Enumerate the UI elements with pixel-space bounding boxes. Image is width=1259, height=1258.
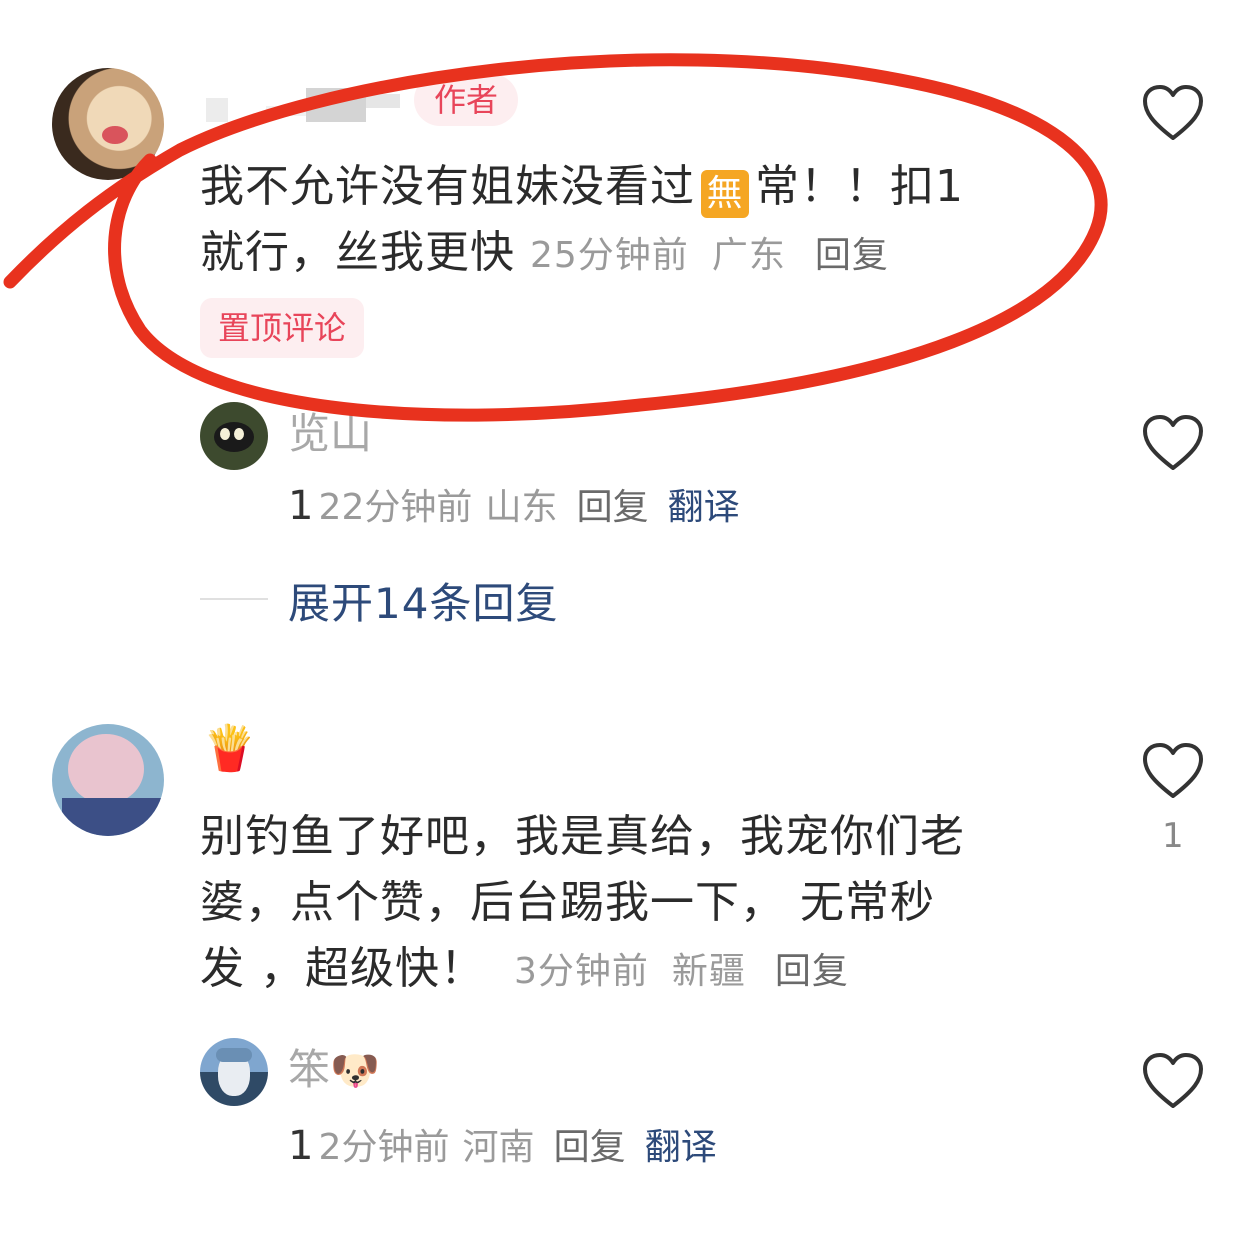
comment-location: 新疆	[671, 951, 746, 992]
reply-username-text: 笨	[288, 1045, 331, 1094]
reply-count: 1	[288, 1123, 314, 1169]
comment-text: 别钓鱼了好吧，我是真给，我宠你们老 婆，点个赞，后台踢我一下， 无常秒 发 ，超…	[200, 804, 1100, 1005]
reply-button[interactable]: 回复	[775, 951, 849, 992]
red-annotation-circle	[3, 53, 1108, 422]
comment-text-line1: 别钓鱼了好吧，我是真给，我宠你们老	[200, 811, 965, 862]
comment-text-line2: 婆，点个赞，后台踢我一下， 无常秒	[200, 877, 935, 928]
heart-outline-icon[interactable]	[1142, 1052, 1204, 1110]
comment-time: 3分钟前	[514, 951, 649, 992]
reply-meta-row: 1 2分钟前 河南 回复 翻译	[288, 1118, 717, 1170]
translate-button[interactable]: 翻译	[645, 1127, 717, 1168]
like-count: 1	[1162, 816, 1184, 856]
reply-location: 河南	[462, 1127, 535, 1168]
reply-button[interactable]: 回复	[554, 1127, 626, 1168]
avatar-snowman[interactable]	[200, 1038, 268, 1106]
heart-outline-icon[interactable]	[1142, 742, 1204, 800]
avatar-pink-bear[interactable]	[52, 724, 164, 836]
reply-time: 2分钟前	[318, 1127, 450, 1168]
reply-username[interactable]: 笨🐶	[288, 1036, 380, 1097]
dog-emoji-icon: 🐶	[330, 1048, 380, 1094]
username-fries-emoji[interactable]: 🍟	[202, 722, 257, 774]
comment-text-line3: 发 ，超级快！	[200, 943, 485, 994]
